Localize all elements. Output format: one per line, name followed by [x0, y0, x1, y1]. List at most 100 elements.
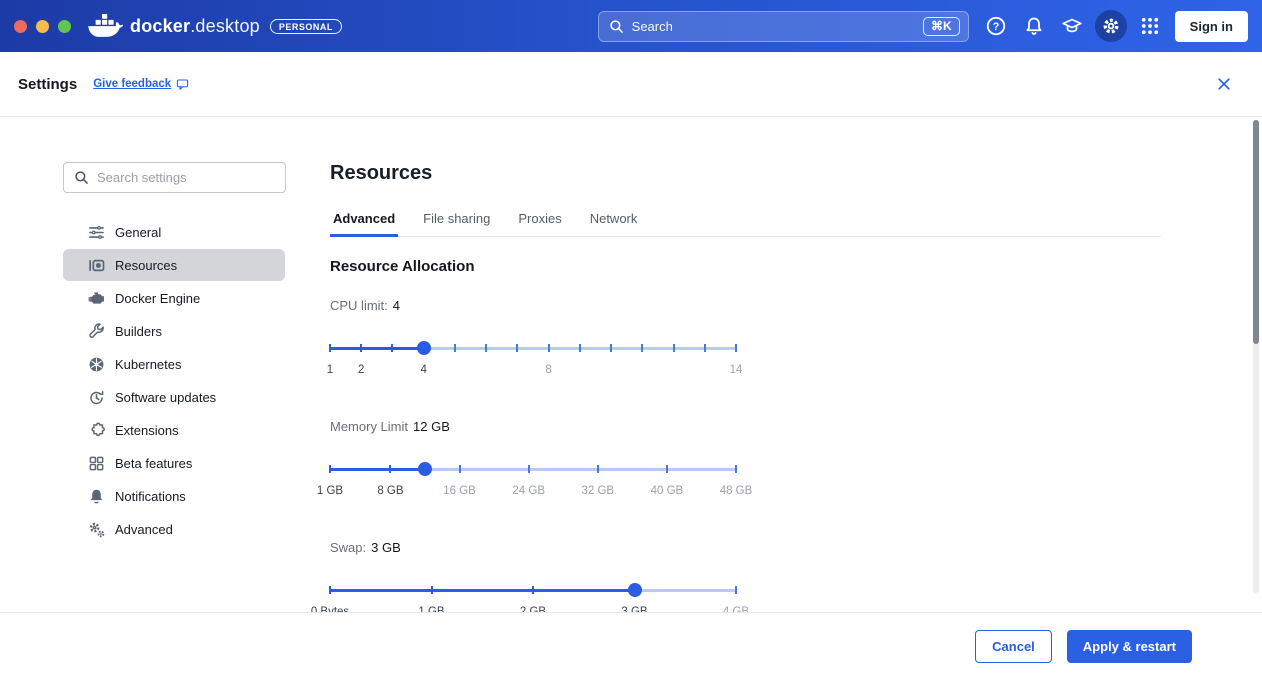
sidebar-item-label: Builders [115, 324, 162, 339]
memory-limit-label: Memory Limit [330, 419, 408, 434]
footer-bar: Cancel Apply & restart [0, 612, 1262, 679]
shortcut-badge: ⌘K [923, 17, 960, 36]
help-button[interactable] [981, 11, 1011, 41]
slider-tick [329, 344, 331, 352]
swap-label-line: Swap:3 GB [330, 540, 736, 555]
slider-tick-label: 40 GB [651, 485, 684, 497]
swap-slider-track[interactable] [330, 583, 736, 597]
slider-tick-label: 14 [730, 364, 743, 376]
tab-proxies[interactable]: Proxies [515, 211, 564, 236]
slider-tick [329, 465, 331, 473]
docker-whale-icon [87, 13, 123, 40]
slider-tick [641, 344, 643, 352]
tab-bar: Advanced File sharing Proxies Network [330, 211, 1161, 237]
slider-tick [389, 465, 391, 473]
memory-limit-slider-track[interactable] [330, 462, 736, 476]
bell-icon [1024, 16, 1044, 36]
slider-tick [391, 344, 393, 352]
memory-limit-slider: Memory Limit12 GB1 GB8 GB16 GB24 GB32 GB… [330, 419, 736, 499]
close-window-button[interactable] [14, 20, 27, 33]
minimize-window-button[interactable] [36, 20, 49, 33]
settings-content: Resources AdvancedFile sharingProxiesNet… [310, 117, 1262, 612]
slider-tick-label: 32 GB [581, 485, 614, 497]
sidebar-item-extensions[interactable]: Extensions [63, 414, 285, 446]
sidebar-item-docker-engine[interactable]: Docker Engine [63, 282, 285, 314]
slider-tick-label: 2 [358, 364, 364, 376]
scrollbar[interactable] [1253, 120, 1259, 593]
apps-menu-button[interactable] [1135, 11, 1165, 41]
sidebar-item-label: General [115, 225, 161, 240]
settings-body: General Resources Docker Engine Builders Kub… [0, 117, 1262, 612]
sign-in-button[interactable]: Sign in [1175, 11, 1248, 42]
search-icon [74, 170, 89, 185]
sidebar-nav: General Resources Docker Engine Builders Kub… [63, 216, 285, 546]
resource-sliders: CPU limit:4124814Memory Limit12 GB1 GB8 … [330, 298, 1161, 620]
cancel-button[interactable]: Cancel [975, 630, 1052, 663]
slider-tick-label: 8 [545, 364, 551, 376]
search-icon [609, 19, 624, 34]
tab-file-sharing[interactable]: File sharing [420, 211, 493, 236]
slider-tick [735, 465, 737, 473]
learning-center-button[interactable] [1057, 11, 1087, 41]
cpu-limit-label: CPU limit: [330, 298, 388, 313]
window-controls [14, 20, 71, 33]
memory-limit-slider-thumb[interactable] [418, 462, 432, 476]
give-feedback-link[interactable]: Give feedback [93, 78, 189, 91]
slider-tick-label: 24 GB [512, 485, 545, 497]
advanced-icon [88, 521, 105, 538]
sidebar-item-notifications[interactable]: Notifications [63, 480, 285, 512]
sidebar-item-label: Notifications [115, 489, 186, 504]
slider-tick-label: 1 [327, 364, 333, 376]
titlebar-icons [981, 10, 1165, 42]
feedback-bubble-icon [176, 78, 189, 91]
sidebar-item-resources[interactable]: Resources [63, 249, 285, 281]
global-search[interactable]: ⌘K [598, 11, 969, 42]
swap-slider-thumb[interactable] [628, 583, 642, 597]
cpu-limit-slider-track[interactable] [330, 341, 736, 355]
slider-tick [673, 344, 675, 352]
slider-tick [735, 344, 737, 352]
notifications-icon [88, 488, 105, 505]
learning-center-icon [1062, 16, 1082, 36]
settings-button[interactable] [1095, 10, 1127, 42]
slider-tick-label: 8 GB [377, 485, 403, 497]
sidebar-item-beta-features[interactable]: Beta features [63, 447, 285, 479]
tab-network[interactable]: Network [587, 211, 641, 236]
sidebar-item-advanced[interactable]: Advanced [63, 513, 285, 545]
sidebar-item-kubernetes[interactable]: Kubernetes [63, 348, 285, 380]
sidebar-item-label: Resources [115, 258, 177, 273]
slider-fill [330, 468, 425, 471]
close-settings-button[interactable] [1212, 72, 1236, 96]
slider-tick [516, 344, 518, 352]
memory-limit-value: 12 GB [413, 419, 450, 434]
sidebar-item-general[interactable]: General [63, 216, 285, 248]
kubernetes-icon [88, 356, 105, 373]
subsection-title: Resource Allocation [330, 258, 1161, 275]
settings-search-input[interactable] [97, 170, 275, 185]
scrollbar-thumb[interactable] [1253, 120, 1259, 344]
help-icon [986, 16, 1006, 36]
global-search-input[interactable] [632, 19, 915, 34]
tab-advanced[interactable]: Advanced [330, 211, 398, 236]
engine-icon [88, 290, 105, 307]
slider-tick [329, 586, 331, 594]
apply-restart-button[interactable]: Apply & restart [1067, 630, 1192, 663]
cpu-limit-slider: CPU limit:4124814 [330, 298, 736, 378]
cpu-limit-tick-labels: 124814 [330, 364, 736, 378]
sidebar-item-software-updates[interactable]: Software updates [63, 381, 285, 413]
notifications-button[interactable] [1019, 11, 1049, 41]
settings-sidebar: General Resources Docker Engine Builders Kub… [0, 117, 310, 612]
zoom-window-button[interactable] [58, 20, 71, 33]
settings-search[interactable] [63, 162, 286, 193]
slider-tick [735, 586, 737, 594]
close-icon [1217, 77, 1231, 91]
sidebar-item-label: Advanced [115, 522, 173, 537]
cpu-limit-label-line: CPU limit:4 [330, 298, 736, 313]
cpu-limit-slider-thumb[interactable] [417, 341, 431, 355]
swap-value: 3 GB [371, 540, 401, 555]
sidebar-item-builders[interactable]: Builders [63, 315, 285, 347]
slider-tick [704, 344, 706, 352]
general-icon [88, 224, 105, 241]
sidebar-item-label: Beta features [115, 456, 192, 471]
sidebar-item-label: Kubernetes [115, 357, 182, 372]
